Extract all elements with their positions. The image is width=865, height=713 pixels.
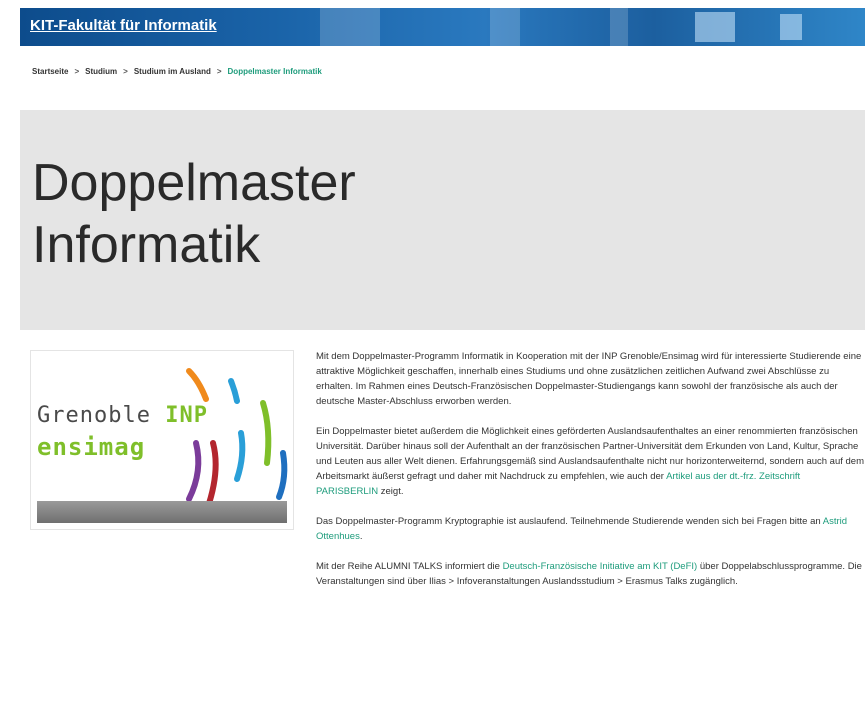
banner-decoration xyxy=(695,12,735,42)
paragraph-kryptographie: Das Doppelmaster-Programm Kryptographie … xyxy=(316,514,864,544)
banner-decoration xyxy=(610,8,628,46)
breadcrumb-home[interactable]: Startseite xyxy=(32,67,68,76)
page-title: Doppelmaster Informatik xyxy=(32,152,356,276)
banner-decoration xyxy=(490,8,520,46)
grenoble-inp-ensimag-logo: Grenoble INP ensimag xyxy=(30,350,294,530)
page-title-line1: Doppelmaster xyxy=(32,154,356,212)
logo-text-grenoble: Grenoble INP xyxy=(37,403,208,428)
breadcrumb-separator: > xyxy=(216,67,222,76)
banner-decoration xyxy=(320,8,380,46)
defi-link[interactable]: Deutsch-Französische Initiative am KIT (… xyxy=(503,561,698,572)
header-banner: KIT-Fakultät für Informatik xyxy=(20,8,865,46)
breadcrumb-separator: > xyxy=(123,67,128,76)
paragraph-kryptographie-text: Das Doppelmaster-Programm Kryptographie … xyxy=(316,516,823,527)
logo-text-ensimag: ensimag xyxy=(37,433,146,461)
paragraph-alumni-text: Mit der Reihe ALUMNI TALKS informiert di… xyxy=(316,561,503,572)
breadcrumb-studium[interactable]: Studium xyxy=(85,67,117,76)
logo-grenoble: Grenoble xyxy=(37,403,166,428)
logo-footer-bar xyxy=(37,501,287,523)
breadcrumb-studium-ausland[interactable]: Studium im Ausland xyxy=(134,67,211,76)
page-hero: Doppelmaster Informatik xyxy=(20,110,865,330)
banner-decoration xyxy=(780,14,802,40)
paragraph-alumni-talks: Mit der Reihe ALUMNI TALKS informiert di… xyxy=(316,559,864,589)
paragraph-intro: Mit dem Doppelmaster-Programm Informatik… xyxy=(316,351,862,407)
breadcrumb: Startseite > Studium > Studium im Ausland > Do… xyxy=(32,67,322,76)
breadcrumb-current: Doppelmaster Informatik xyxy=(227,67,322,76)
paragraph-kryptographie-end: . xyxy=(359,531,363,542)
site-title-link[interactable]: KIT-Fakultät für Informatik xyxy=(30,17,217,34)
breadcrumb-separator: > xyxy=(74,67,80,76)
main-content: Mit dem Doppelmaster-Programm Informatik… xyxy=(316,349,864,604)
logo-inp: INP xyxy=(165,403,208,428)
paragraph-benefits: Ein Doppelmaster bietet außerdem die Mög… xyxy=(316,424,864,499)
page-title-line2: Informatik xyxy=(32,216,261,274)
paragraph-benefits-end: zeigt. xyxy=(378,486,404,497)
